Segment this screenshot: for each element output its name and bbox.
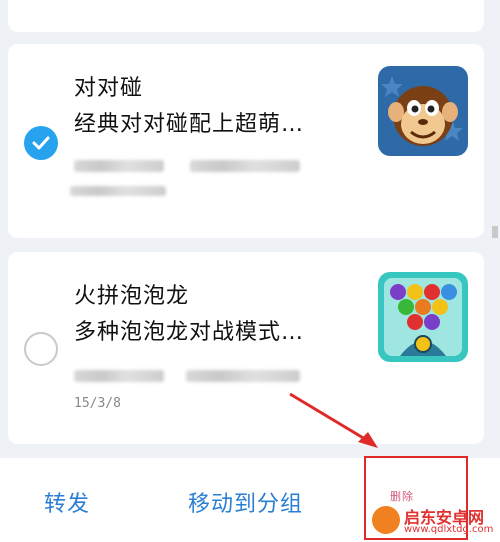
blurred-source: [186, 370, 300, 382]
item-title: 火拼泡泡龙: [74, 284, 190, 309]
item-description: 经典对对碰配上超萌…: [74, 112, 305, 137]
item-description: 多种泡泡龙对战模式…: [74, 320, 305, 345]
monkey-game-icon: [378, 66, 468, 156]
item-date: 15/3/8: [74, 396, 121, 411]
watermark-logo-icon: [372, 506, 400, 534]
move-to-group-button[interactable]: 移动到分组: [188, 486, 303, 518]
annotation-arrow-icon: [289, 392, 378, 448]
unselected-checkbox[interactable]: [24, 332, 58, 366]
previous-card-edge: [8, 0, 484, 32]
blurred-source: [74, 370, 164, 382]
item-title: 对对碰: [74, 76, 144, 101]
favorite-item-card[interactable]: 火拼泡泡龙 多种泡泡龙对战模式… 15/3/8: [8, 252, 484, 444]
watermark: 启东安卓网 www.qdlxtdg.com: [372, 504, 498, 538]
selected-checkbox[interactable]: [24, 126, 58, 160]
watermark-url: www.qdlxtdg.com: [404, 524, 494, 535]
checkmark-icon: [32, 136, 50, 150]
favorite-item-card[interactable]: 对对碰 经典对对碰配上超萌…: [8, 44, 484, 238]
blurred-date: [70, 186, 166, 196]
blurred-source: [190, 160, 300, 172]
scrollbar-mark: [492, 226, 498, 238]
blurred-source: [74, 160, 164, 172]
forward-button[interactable]: 转发: [44, 486, 90, 518]
bubble-shooter-game-icon: [378, 272, 468, 362]
